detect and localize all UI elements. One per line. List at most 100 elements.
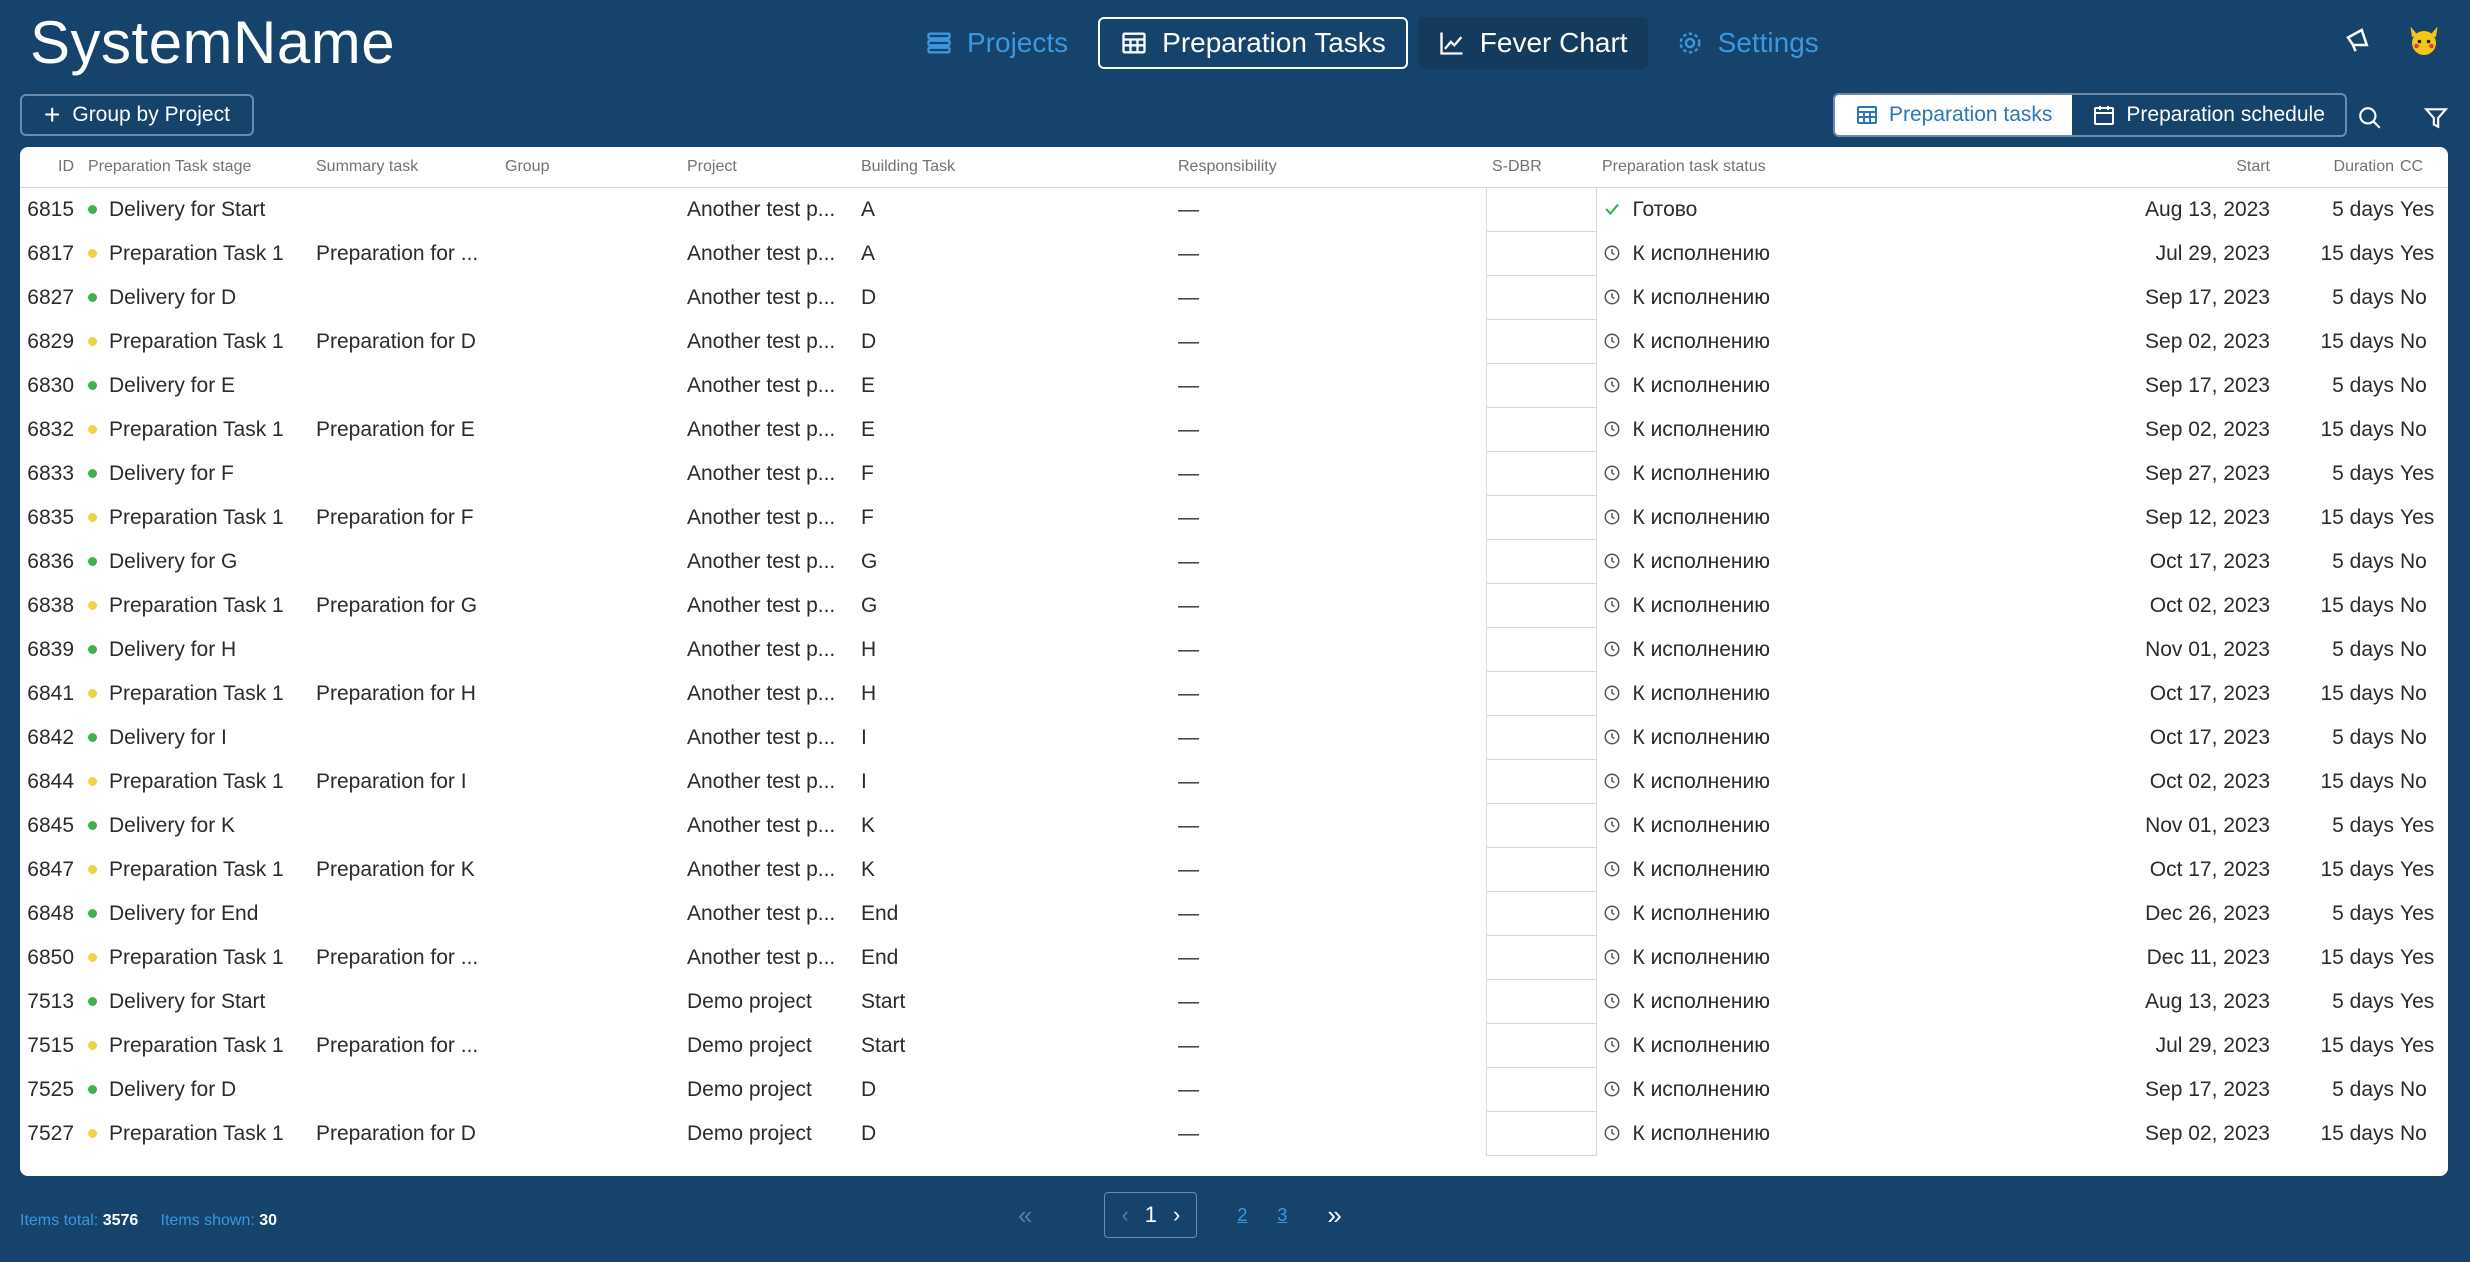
cell-cc: No (2400, 418, 2427, 441)
cell-sdbr[interactable] (1485, 936, 1597, 980)
stage-label: Preparation Task 1 (109, 682, 284, 705)
first-page-icon[interactable]: « (1018, 1200, 1032, 1231)
table-row[interactable]: 6827 Delivery for D Another test p... D — К и… (20, 276, 2448, 320)
view-preparation-schedule[interactable]: Preparation schedule (2072, 95, 2344, 135)
col-project[interactable]: Project (687, 147, 861, 188)
filter-button[interactable] (2418, 100, 2454, 136)
col-stage[interactable]: Preparation Task stage (88, 147, 316, 188)
nav-fever-chart-label: Fever Chart (1479, 27, 1628, 58)
cell-duration: 15 days (2320, 594, 2394, 617)
cell-sdbr[interactable] (1485, 716, 1597, 760)
clock-icon (1604, 465, 1619, 481)
cell-sdbr[interactable] (1485, 496, 1597, 540)
cell-cc: Yes (2400, 814, 2435, 837)
stage-label: Preparation Task 1 (109, 858, 284, 881)
prev-page-icon[interactable]: ‹ (1113, 1202, 1136, 1228)
cell-sdbr[interactable] (1485, 320, 1597, 364)
nav-fever-chart[interactable]: Fever Chart (1417, 17, 1648, 69)
notifications-button[interactable] (2340, 22, 2376, 58)
table-row[interactable]: 6850 Preparation Task 1 Preparation for ..… (20, 936, 2448, 980)
table-row[interactable]: 6829 Preparation Task 1 Preparation for D A… (20, 320, 2448, 364)
cell-duration: 15 days (2320, 1122, 2394, 1145)
stage-dot (88, 820, 97, 830)
table-row[interactable]: 7513 Delivery for Start Demo project Start —… (20, 980, 2448, 1024)
cell-stage: Preparation Task 1 (88, 1112, 316, 1156)
cell-sdbr[interactable] (1485, 804, 1597, 848)
table-row[interactable]: 7527 Preparation Task 1 Preparation for D D… (20, 1112, 2448, 1156)
cell-project: Another test p... (687, 198, 836, 221)
cell-sdbr[interactable] (1485, 628, 1597, 672)
cell-sdbr[interactable] (1485, 1112, 1597, 1156)
page-2-link[interactable]: 2 (1237, 1205, 1247, 1226)
status-label: К исполнению (1632, 506, 1771, 529)
cell-cc: Yes (2400, 946, 2435, 969)
col-group[interactable]: Group (505, 147, 687, 188)
last-page-icon[interactable]: » (1327, 1200, 1341, 1231)
cell-project: Another test p... (687, 946, 836, 969)
cell-sdbr[interactable] (1485, 187, 1597, 232)
table-row[interactable]: 6817 Preparation Task 1 Preparation for ..… (20, 232, 2448, 276)
table-header: ID Preparation Task stage Summary task G… (20, 147, 2448, 188)
table-row[interactable]: 6847 Preparation Task 1 Preparation for K A… (20, 848, 2448, 892)
cell-sdbr[interactable] (1485, 452, 1597, 496)
group-by-project-button[interactable]: + Group by Project (20, 94, 254, 136)
col-cc[interactable]: CC (2394, 147, 2448, 188)
status-label: К исполнению (1632, 1122, 1771, 1145)
col-summary[interactable]: Summary task (316, 147, 505, 188)
table-row[interactable]: 7515 Preparation Task 1 Preparation for ..… (20, 1024, 2448, 1068)
cell-sdbr[interactable] (1485, 980, 1597, 1024)
col-building[interactable]: Building Task (861, 147, 1178, 188)
cell-sdbr[interactable] (1485, 848, 1597, 892)
user-avatar[interactable] (2406, 22, 2442, 58)
search-button[interactable] (2352, 100, 2388, 136)
page-3-link[interactable]: 3 (1277, 1205, 1287, 1226)
cell-building: E (861, 374, 876, 397)
cell-sdbr[interactable] (1485, 760, 1597, 804)
table-row[interactable]: 6815 Delivery for Start Another test p... A… (20, 187, 2448, 232)
table-row[interactable]: 6845 Delivery for K Another test p... K — К и… (20, 804, 2448, 848)
table-row[interactable]: 6842 Delivery for I Another test p... I — К и… (20, 716, 2448, 760)
cell-sdbr[interactable] (1485, 540, 1597, 584)
table-row[interactable]: 6844 Preparation Task 1 Preparation for I A… (20, 760, 2448, 804)
table-row[interactable]: 6830 Delivery for E Another test p... E — К и… (20, 364, 2448, 408)
brand-logo: SystemName (30, 9, 396, 76)
col-responsibility[interactable]: Responsibility (1178, 147, 1486, 188)
cell-cc: No (2400, 682, 2427, 705)
table-row[interactable]: 6835 Preparation Task 1 Preparation for F A… (20, 496, 2448, 540)
table-row[interactable]: 6848 Delivery for End Another test p... End… (20, 892, 2448, 936)
table-row[interactable]: 6841 Preparation Task 1 Preparation for H A… (20, 672, 2448, 716)
cell-sdbr[interactable] (1485, 276, 1597, 320)
col-status[interactable]: Preparation task status (1596, 147, 2058, 188)
nav-preparation-tasks[interactable]: Preparation Tasks (1098, 17, 1408, 69)
table-row[interactable]: 6838 Preparation Task 1 Preparation for G A… (20, 584, 2448, 628)
table-icon (1122, 32, 1146, 54)
cell-sdbr[interactable] (1485, 1024, 1597, 1068)
cell-summary (316, 1068, 505, 1112)
cell-sdbr[interactable] (1485, 232, 1597, 276)
col-sdbr[interactable]: S-DBR (1486, 147, 1596, 188)
cell-sdbr[interactable] (1485, 892, 1597, 936)
table-row[interactable]: 6836 Delivery for G Another test p... G — К и… (20, 540, 2448, 584)
cell-sdbr[interactable] (1485, 1068, 1597, 1112)
cell-id: 6827 (27, 286, 74, 309)
table-row[interactable]: 7525 Delivery for D Demo project D — К исполн… (20, 1068, 2448, 1112)
col-id[interactable]: ID (20, 147, 88, 188)
cell-sdbr[interactable] (1485, 672, 1597, 716)
nav-settings[interactable]: Settings (1656, 17, 1839, 69)
table-row[interactable]: 6832 Preparation Task 1 Preparation for E A… (20, 408, 2448, 452)
cell-cc: Yes (2400, 506, 2435, 529)
view-preparation-tasks[interactable]: Preparation tasks (1835, 95, 2073, 135)
items-total-value: 3576 (102, 1212, 139, 1229)
stage-label: Delivery for H (109, 638, 237, 661)
nav-projects[interactable]: Projects (905, 17, 1088, 69)
cell-sdbr[interactable] (1485, 408, 1597, 452)
cell-sdbr[interactable] (1485, 584, 1597, 628)
next-page-icon[interactable]: › (1165, 1202, 1188, 1228)
col-start[interactable]: Start (2058, 147, 2270, 188)
cell-status: К исполнению (1596, 980, 2058, 1024)
table-row[interactable]: 6833 Delivery for F Another test p... F — К и… (20, 452, 2448, 496)
cell-sdbr[interactable] (1485, 364, 1597, 408)
cell-responsibility: — (1178, 638, 1199, 661)
col-duration[interactable]: Duration (2270, 147, 2394, 188)
table-row[interactable]: 6839 Delivery for H Another test p... H — К и… (20, 628, 2448, 672)
